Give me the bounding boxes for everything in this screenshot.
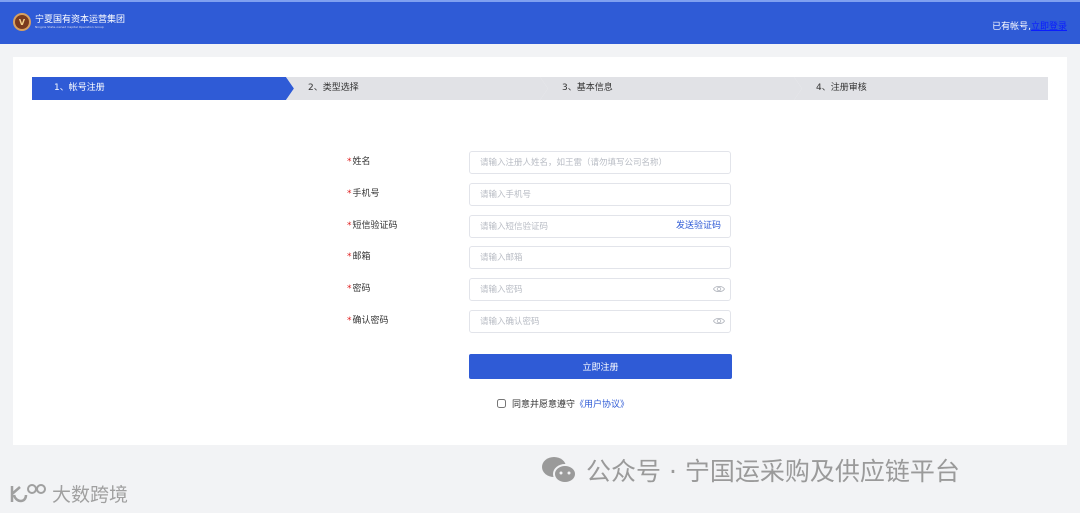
agree-checkbox[interactable] (497, 399, 506, 408)
password-row: *密码 (347, 278, 731, 301)
have-account-text: 已有帐号, (992, 22, 1031, 32)
login-link[interactable]: 立即登录 (1031, 22, 1067, 32)
phone-label: *手机号 (347, 189, 380, 199)
agree-text: 同意并愿意遵守 (512, 400, 576, 410)
logo-emblem: V (13, 13, 31, 31)
password-label: *密码 (347, 284, 371, 294)
confirm-password-label: *确认密码 (347, 316, 389, 326)
eye-icon[interactable] (713, 284, 725, 294)
eye-icon[interactable] (713, 316, 725, 326)
name-label: *姓名 (347, 157, 371, 167)
step-account-register: 1、帐号注册 (32, 77, 294, 100)
email-label: *邮箱 (347, 252, 371, 262)
step-progress: 1、帐号注册 2、类型选择 3、基本信息 4、注册审核 (32, 77, 1048, 100)
wechat-icon (542, 457, 577, 484)
name-row: *姓名 (347, 151, 731, 174)
top-header: V 宁夏国有资本运营集团 Ningxia State-owned Capital… (0, 0, 1080, 44)
agreement-row: 同意并愿意遵守《用户协议》 (497, 397, 629, 410)
phone-row: *手机号 (347, 183, 731, 206)
step-review: 4、注册审核 (794, 77, 1048, 100)
register-button[interactable]: 立即注册 (469, 354, 732, 379)
brand-watermark: 大数跨境 (8, 480, 128, 507)
phone-input[interactable] (469, 183, 731, 206)
register-card: 1、帐号注册 2、类型选择 3、基本信息 4、注册审核 *姓名 *手机号 *短信… (13, 57, 1067, 445)
send-code-button[interactable]: 发送验证码 (676, 215, 721, 238)
email-row: *邮箱 (347, 246, 731, 269)
sms-code-label: *短信验证码 (347, 221, 398, 231)
brand-logo-icon (10, 483, 46, 502)
confirm-password-input[interactable] (469, 310, 731, 333)
step-type-select: 2、类型选择 (286, 77, 548, 100)
sms-code-row: *短信验证码 发送验证码 (347, 215, 731, 238)
email-input[interactable] (469, 246, 731, 269)
step-basic-info: 3、基本信息 (540, 77, 802, 100)
company-logo[interactable]: V 宁夏国有资本运营集团 Ningxia State-owned Capital… (13, 13, 125, 31)
logo-subtitle: Ningxia State-owned Capital Operation Gr… (35, 25, 104, 29)
password-input[interactable] (469, 278, 731, 301)
name-input[interactable] (469, 151, 731, 174)
confirm-password-row: *确认密码 (347, 310, 731, 333)
logo-title: 宁夏国有资本运营集团 (35, 15, 126, 25)
login-prompt: 已有帐号,立即登录 (992, 19, 1067, 32)
user-agreement-link[interactable]: 《用户协议》 (575, 400, 629, 410)
wechat-watermark: 公众号 · 宁国运采购及供应链平台 (540, 452, 960, 488)
